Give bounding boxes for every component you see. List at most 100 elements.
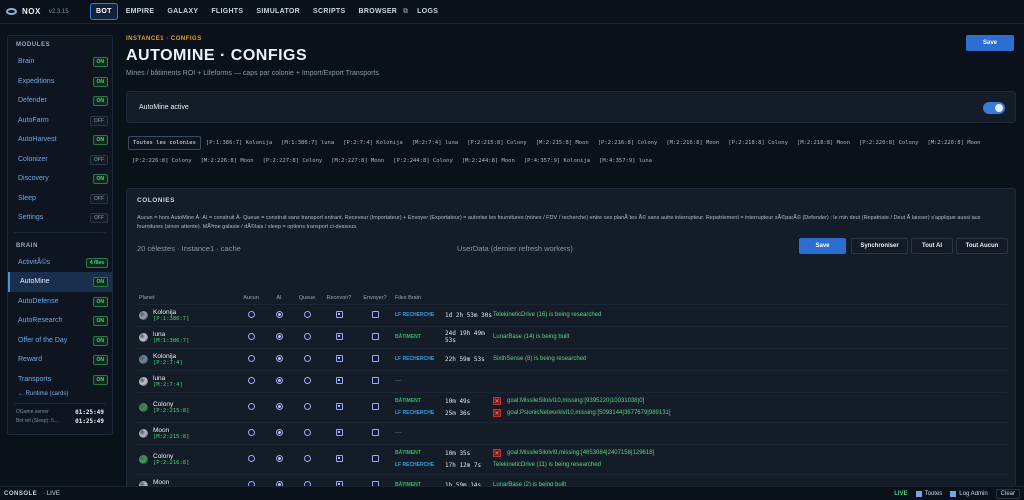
tab-colony[interactable]: [M:2:226:8] Moon <box>197 155 258 167</box>
mode-aucun-radio[interactable] <box>247 402 255 410</box>
save-button[interactable]: Save <box>966 35 1014 51</box>
mode-queue-radio[interactable] <box>303 402 311 410</box>
nav-galaxy[interactable]: GALAXY <box>162 4 203 19</box>
sidebar-item-discovery[interactable]: Discovery ON <box>8 169 112 189</box>
sidebar-item-settings[interactable]: Settings OFF <box>8 208 112 228</box>
tab-colony[interactable]: [P:2:220:8] Colony <box>855 137 923 149</box>
send-checkbox[interactable] <box>371 376 379 384</box>
mode-ai-radio[interactable] <box>275 332 283 340</box>
send-checkbox[interactable] <box>371 454 379 462</box>
mode-aucun-radio[interactable] <box>247 454 255 462</box>
mode-queue-radio[interactable] <box>303 376 311 384</box>
mode-queue-radio[interactable] <box>303 428 311 436</box>
brain-queue-cell: — <box>393 421 1007 444</box>
receive-checkbox[interactable] <box>335 332 343 340</box>
tab-colony[interactable]: [P:2:218:8] Colony <box>724 137 792 149</box>
receive-checkbox[interactable] <box>335 376 343 384</box>
cancel-icon[interactable]: ✕ <box>493 409 501 417</box>
external-link-icon[interactable]: ⧉ <box>403 8 408 16</box>
nav-logs[interactable]: LOGS <box>412 4 443 19</box>
all-none-button[interactable]: Tout Aucun <box>956 238 1008 254</box>
mode-ai-radio[interactable] <box>275 428 283 436</box>
mode-ai-radio[interactable] <box>275 454 283 462</box>
tab-colony[interactable]: [M:2:227:8] Moon <box>327 155 388 167</box>
mode-aucun-radio[interactable] <box>247 332 255 340</box>
tab-colony[interactable]: [M:4:357:9] luna <box>595 155 656 167</box>
mode-ai-radio[interactable] <box>275 402 283 410</box>
sidebar-item-autofarm[interactable]: AutoFarm OFF <box>8 111 112 131</box>
queue-time: 25m 36s <box>445 409 471 417</box>
sidebar-item-brain[interactable]: Brain ON <box>8 52 112 72</box>
sidebar-item-reward[interactable]: Reward ON <box>8 350 112 370</box>
flag-cell <box>357 391 393 422</box>
receive-checkbox[interactable] <box>335 354 343 362</box>
mode-aucun-radio[interactable] <box>247 354 255 362</box>
tab-all-colonies[interactable]: Toutes les colonies <box>128 136 201 150</box>
mode-queue-radio[interactable] <box>303 332 311 340</box>
sidebar-item-autoharvest[interactable]: AutoHarvest ON <box>8 130 112 150</box>
colonies-save-button[interactable]: Save <box>799 238 846 254</box>
mode-aucun-radio[interactable] <box>247 310 255 318</box>
brain-section-title: BRAIN <box>16 242 38 249</box>
tab-colony[interactable]: [M:2:218:8] Moon <box>793 137 854 149</box>
sidebar-item-automine[interactable]: AutoMine ON <box>8 272 112 292</box>
sidebar-item-activit-s[interactable]: ActivitÃ©s 4 files <box>8 253 112 273</box>
tab-colony[interactable]: [M:2:220:8] Moon <box>924 137 985 149</box>
runtime-link[interactable]: ← Runtime (cards) <box>8 389 112 399</box>
mode-ai-radio[interactable] <box>275 376 283 384</box>
tab-colony[interactable]: [P:1:386:7] Kolonija <box>202 137 276 149</box>
mode-queue-radio[interactable] <box>303 310 311 318</box>
tab-colony[interactable]: [P:2:226:8] Colony <box>128 155 196 167</box>
mode-queue-radio[interactable] <box>303 354 311 362</box>
sidebar-item-defender[interactable]: Defender ON <box>8 91 112 111</box>
cancel-icon[interactable]: ✕ <box>493 449 501 457</box>
clear-button[interactable]: Clear <box>995 489 1020 499</box>
receive-checkbox[interactable] <box>335 454 343 462</box>
tab-colony[interactable]: [M:2:244:8] Moon <box>458 155 519 167</box>
nav-simulator[interactable]: SIMULATOR <box>251 4 305 19</box>
send-checkbox[interactable] <box>371 354 379 362</box>
send-checkbox[interactable] <box>371 310 379 318</box>
tab-colony[interactable]: [P:2:227:8] Colony <box>259 155 327 167</box>
tab-colony[interactable]: [M:2:215:8] Moon <box>532 137 593 149</box>
tab-colony[interactable]: [P:2:244:8] Colony <box>389 155 457 167</box>
receive-checkbox[interactable] <box>335 428 343 436</box>
sidebar-item-colonizer[interactable]: Colonizer OFF <box>8 150 112 170</box>
log-admin-checkbox[interactable] <box>950 491 957 497</box>
mode-queue-radio[interactable] <box>303 454 311 462</box>
tab-colony[interactable]: [M:1:386:7] luna <box>277 137 338 149</box>
mode-ai-radio[interactable] <box>275 354 283 362</box>
cancel-icon[interactable]: ✕ <box>493 397 501 405</box>
nav-scripts[interactable]: SCRIPTS <box>308 4 350 19</box>
sidebar-item-transports[interactable]: Transports ON <box>8 370 112 390</box>
nav-bot[interactable]: BOT <box>90 3 118 20</box>
sidebar-item-expeditions[interactable]: Expeditions ON <box>8 72 112 92</box>
tab-colony[interactable]: [M:2:216:8] Moon <box>662 137 723 149</box>
sidebar-item-autoresearch[interactable]: AutoResearch ON <box>8 311 112 331</box>
all-ai-button[interactable]: Tout AI <box>911 238 953 254</box>
receive-checkbox[interactable] <box>335 402 343 410</box>
tab-colony[interactable]: [P:4:357:9] Kolonija <box>520 155 594 167</box>
mode-aucun-radio[interactable] <box>247 376 255 384</box>
sidebar-item-offer-of-the-day[interactable]: Offer of the Day ON <box>8 331 112 351</box>
mode-ai-radio[interactable] <box>275 310 283 318</box>
toutes-checkbox[interactable] <box>915 491 922 497</box>
sidebar-item-autodefense[interactable]: AutoDefense ON <box>8 292 112 312</box>
planet-name: Moon <box>153 478 170 486</box>
mode-aucun-radio[interactable] <box>247 428 255 436</box>
send-checkbox[interactable] <box>371 402 379 410</box>
receive-checkbox[interactable] <box>335 310 343 318</box>
nav-browser[interactable]: BROWSER <box>353 4 402 19</box>
mode-cell <box>237 369 265 392</box>
send-checkbox[interactable] <box>371 332 379 340</box>
tab-colony[interactable]: [P:2:7:4] Kolonija <box>339 137 407 149</box>
sidebar-item-sleep[interactable]: Sleep OFF <box>8 189 112 209</box>
nav-empire[interactable]: EMPIRE <box>121 4 160 19</box>
tab-colony[interactable]: [P:2:215:8] Colony <box>463 137 531 149</box>
send-checkbox[interactable] <box>371 428 379 436</box>
nav-flights[interactable]: FLIGHTS <box>206 4 248 19</box>
tab-colony[interactable]: [M:2:7:4] luna <box>408 137 462 149</box>
tab-colony[interactable]: [P:2:216:8] Colony <box>594 137 662 149</box>
automine-toggle[interactable] <box>983 102 1005 114</box>
synchronize-button[interactable]: Synchroniser <box>851 238 908 254</box>
